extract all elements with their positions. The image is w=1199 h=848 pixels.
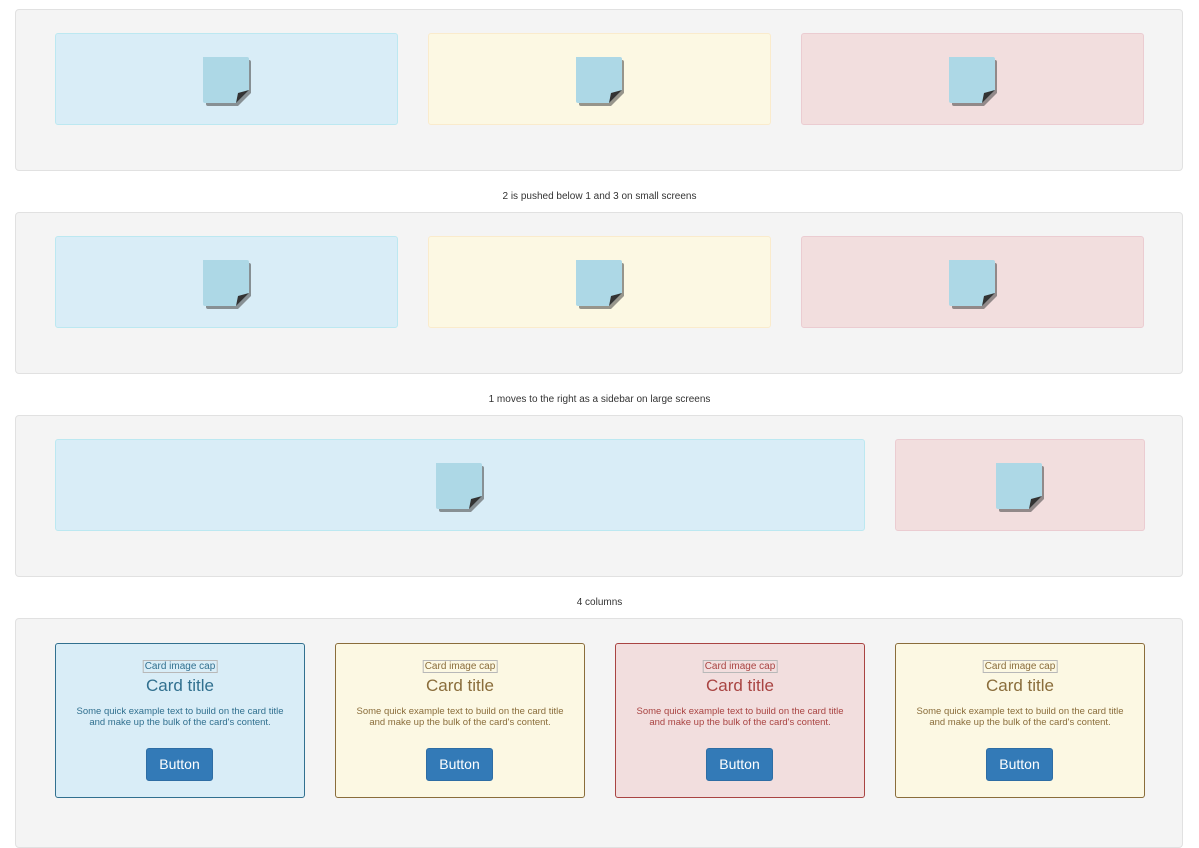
- card-image-cap: Card image cap: [982, 660, 1058, 673]
- layout-row-2: [15, 212, 1183, 374]
- column-3: [801, 33, 1144, 125]
- caption-small-screens: 2 is pushed below 1 and 3 on small scree…: [502, 191, 697, 202]
- card-button[interactable]: Button: [986, 748, 1053, 781]
- card-text: Some quick example text to build on the …: [636, 706, 844, 728]
- card-image-cap: Card image cap: [702, 660, 778, 673]
- column-2: [428, 33, 771, 125]
- card-text: Some quick example text to build on the …: [356, 706, 564, 728]
- sticky-note-icon: [202, 57, 251, 106]
- card-title: Card title: [145, 676, 215, 695]
- card-button[interactable]: Button: [146, 748, 213, 781]
- card-title: Card title: [425, 676, 495, 695]
- sticky-note-icon: [575, 260, 624, 309]
- sticky-note-icon: [948, 260, 997, 309]
- column-3: [801, 236, 1144, 328]
- card-title: Card title: [705, 676, 775, 695]
- card: Card image cap Card title Some quick exa…: [895, 643, 1145, 798]
- card-button[interactable]: Button: [426, 748, 493, 781]
- card: Card image cap Card title Some quick exa…: [335, 643, 585, 798]
- sidebar-column: [895, 439, 1145, 531]
- caption-4-columns: 4 columns: [576, 597, 623, 608]
- sticky-note-icon: [996, 463, 1044, 512]
- main-column: [55, 439, 865, 531]
- column-1: [55, 236, 398, 328]
- layout-row-4: Card image cap Card title Some quick exa…: [15, 618, 1183, 848]
- card-title: Card title: [985, 676, 1055, 695]
- card-text: Some quick example text to build on the …: [916, 706, 1124, 728]
- card: Card image cap Card title Some quick exa…: [55, 643, 305, 798]
- caption-large-screens: 1 moves to the right as a sidebar on lar…: [488, 394, 711, 405]
- layout-row-3: [15, 415, 1183, 577]
- card: Card image cap Card title Some quick exa…: [615, 643, 865, 798]
- column-2: [428, 236, 771, 328]
- layout-row-1: [15, 9, 1183, 171]
- sticky-note-icon: [436, 463, 484, 512]
- sticky-note-icon: [948, 57, 997, 106]
- card-button[interactable]: Button: [706, 748, 773, 781]
- card-image-cap: Card image cap: [422, 660, 498, 673]
- card-text: Some quick example text to build on the …: [76, 706, 284, 728]
- card-image-cap: Card image cap: [142, 660, 218, 673]
- sticky-note-icon: [575, 57, 624, 106]
- column-1: [55, 33, 398, 125]
- sticky-note-icon: [202, 260, 251, 309]
